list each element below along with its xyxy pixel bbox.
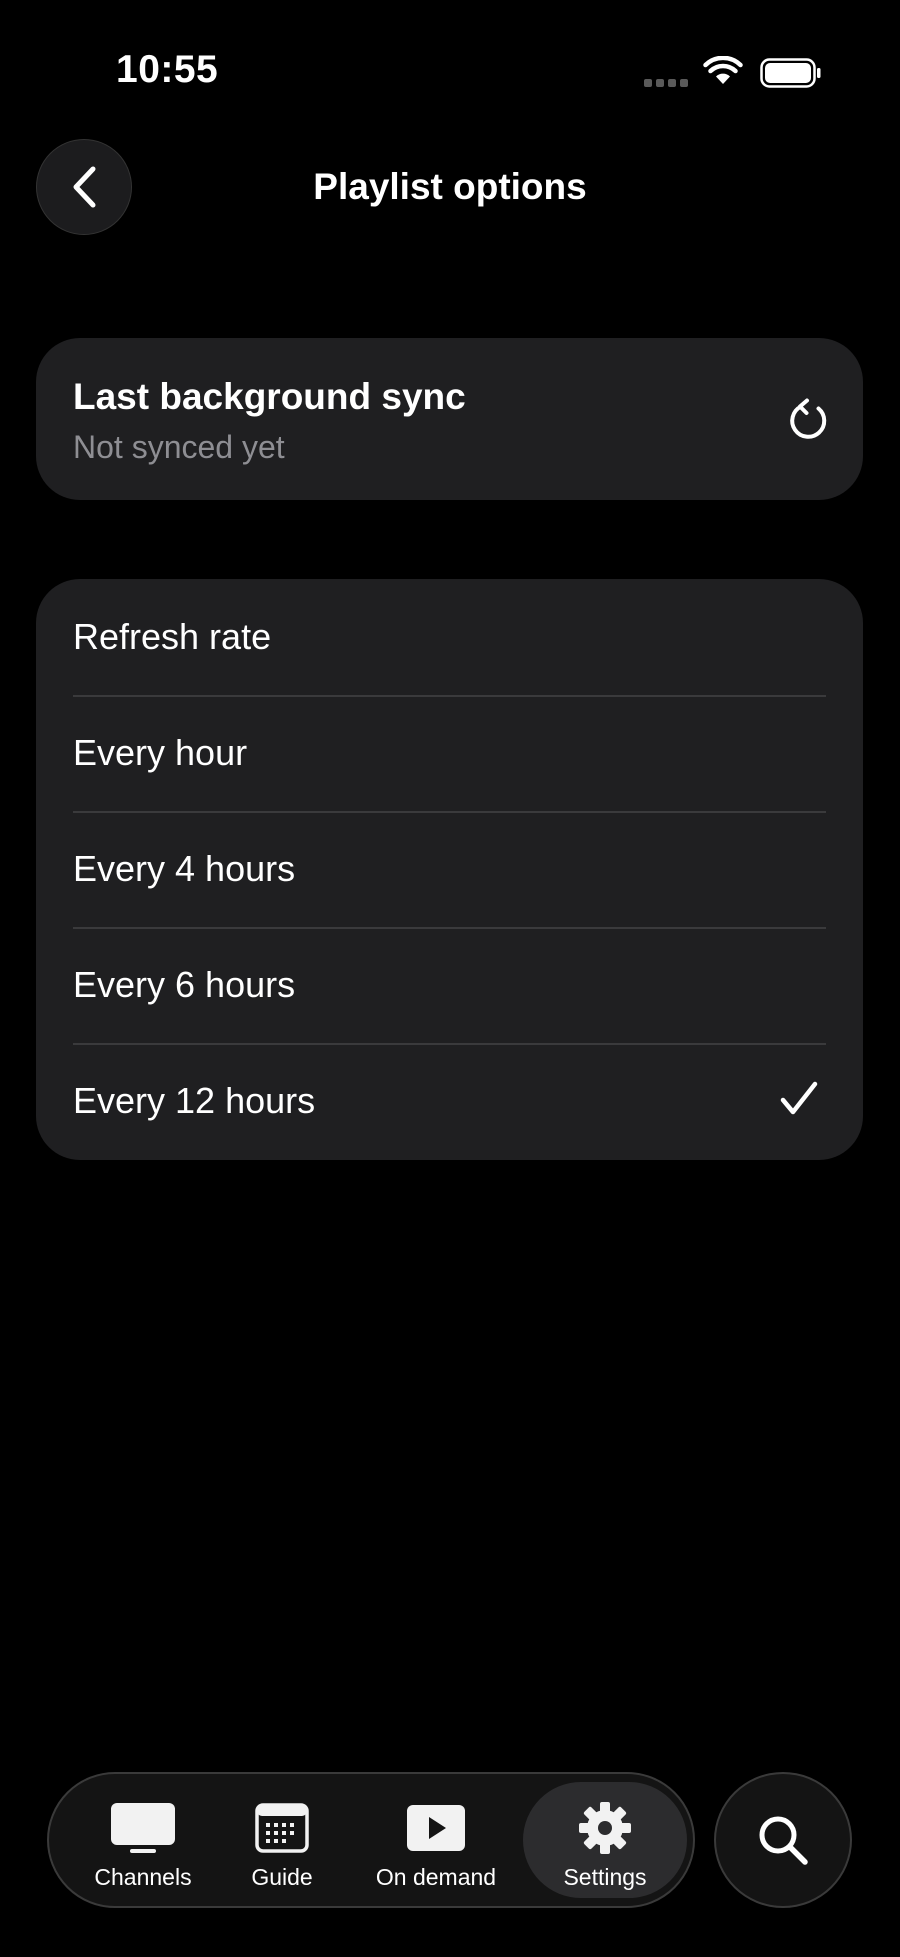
tab-bar: Channels Guide On demand Settings (47, 1772, 695, 1908)
tab-label: Channels (94, 1864, 192, 1890)
status-time: 10:55 (116, 48, 219, 91)
tab-settings[interactable]: Settings (523, 1782, 687, 1898)
tab-guide[interactable]: Guide (227, 1774, 337, 1906)
option-every-12-hours[interactable]: Every 12 hours (73, 1043, 826, 1159)
tab-label: On demand (375, 1864, 497, 1890)
sync-status: Not synced yet (73, 429, 285, 465)
search-button[interactable] (714, 1772, 852, 1908)
option-label: Every 4 hours (73, 848, 296, 889)
refresh-rate-heading: Refresh rate (73, 579, 826, 695)
tab-label: Settings (563, 1864, 647, 1890)
option-every-4-hours[interactable]: Every 4 hours (73, 811, 826, 927)
play-icon (407, 1805, 465, 1851)
search-icon (759, 1816, 808, 1865)
tv-icon (111, 1803, 175, 1853)
background-sync-card: Last background sync Not synced yet (36, 338, 863, 500)
tab-label: Guide (251, 1864, 313, 1890)
refresh-icon[interactable] (785, 396, 833, 444)
option-label: Every 12 hours (73, 1080, 316, 1121)
wifi-icon (703, 56, 743, 84)
gear-icon (579, 1802, 631, 1854)
tab-on-demand[interactable]: On demand (371, 1774, 501, 1906)
refresh-rate-card: Refresh rate Every hour Every 4 hours Ev… (36, 579, 863, 1160)
calendar-icon (255, 1803, 309, 1853)
option-label: Every 6 hours (73, 964, 296, 1005)
status-bar: 10:55 (0, 0, 900, 150)
battery-icon (760, 58, 821, 88)
sync-title: Last background sync (73, 376, 466, 417)
refresh-rate-heading-label: Refresh rate (73, 616, 272, 657)
checkmark-icon (780, 1081, 818, 1115)
option-every-6-hours[interactable]: Every 6 hours (73, 927, 826, 1043)
option-every-hour[interactable]: Every hour (73, 695, 826, 811)
option-label: Every hour (73, 732, 248, 773)
page-title: Playlist options (313, 166, 587, 207)
cellular-signal-icon (644, 79, 690, 89)
tab-channels[interactable]: Channels (79, 1774, 207, 1906)
